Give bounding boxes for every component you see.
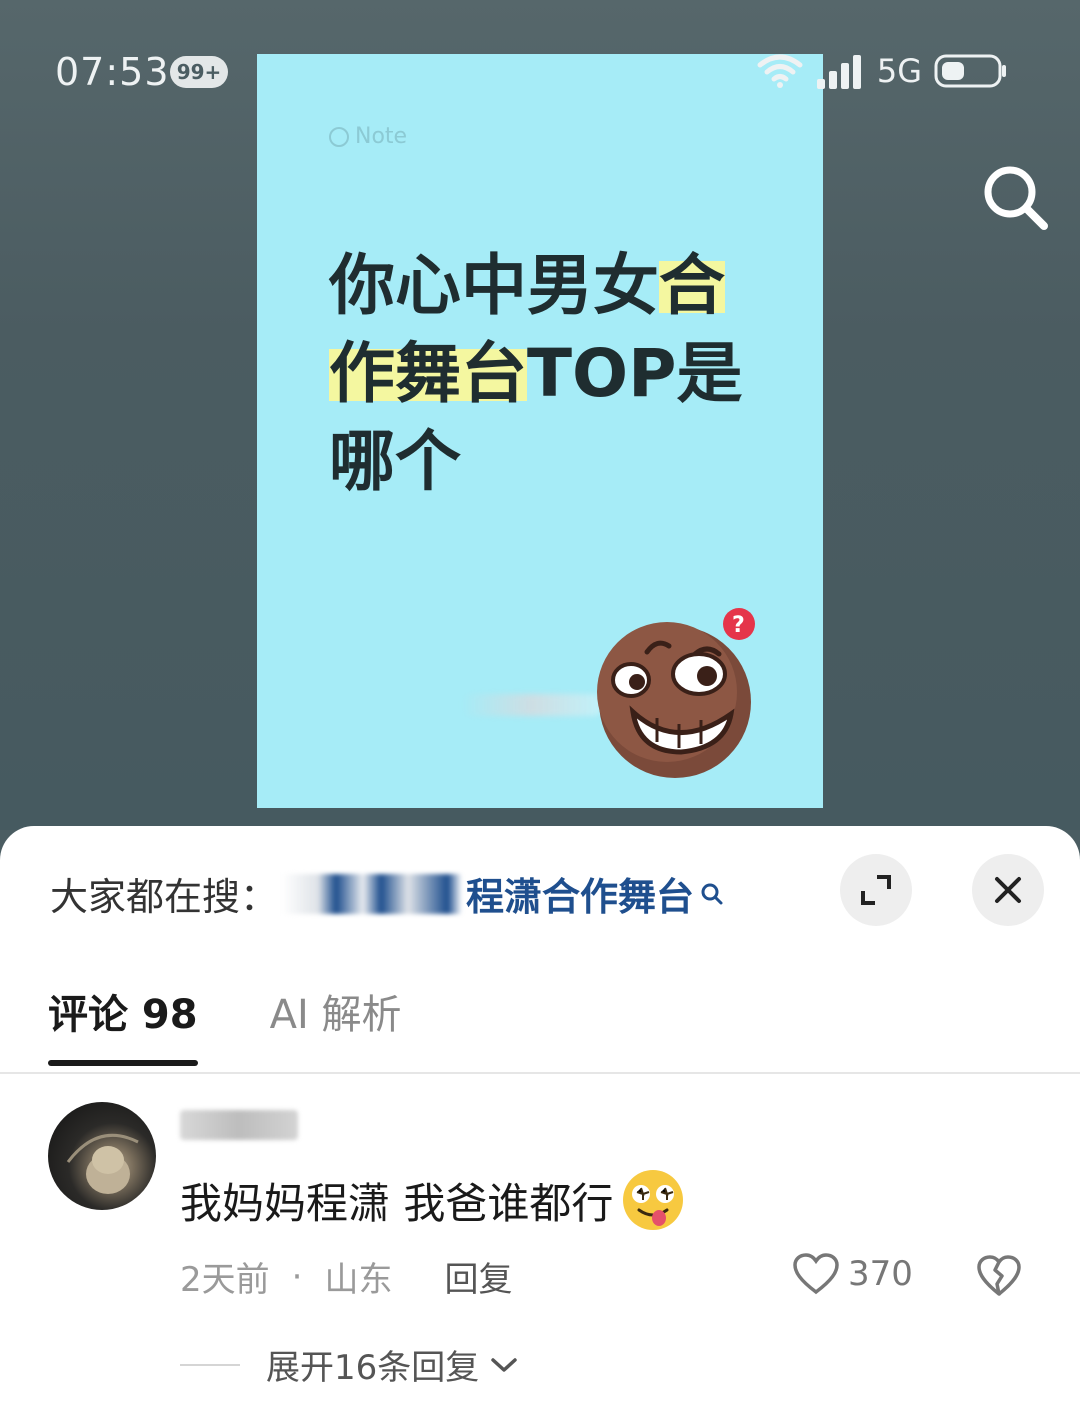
title-highlight: 作舞台 (329, 335, 527, 412)
status-icons: 5G (757, 52, 1008, 90)
like-count: 370 (848, 1254, 913, 1294)
redacted-username[interactable] (180, 1110, 298, 1140)
comment-body: 我妈妈程潇 我爸谁都行 (180, 1166, 687, 1234)
tab-comments[interactable]: 评论 98 (48, 982, 198, 1066)
title-text: 你心中男女 (329, 247, 659, 324)
redacted-text (282, 873, 463, 914)
note-tag: Note (329, 124, 407, 149)
sheet-tabs: 评论 98 AI 解析 (48, 982, 401, 1066)
wifi-icon (757, 54, 803, 88)
chevron-down-icon (491, 1357, 518, 1372)
expand-replies-label: 展开16条回复 (266, 1348, 480, 1388)
search-prefix: 大家都在搜： (50, 875, 279, 919)
circle-icon (329, 126, 349, 147)
avatar-figure-icon (66, 1133, 139, 1194)
notification-badge: 99+ (170, 56, 228, 88)
blurred-watermark (462, 694, 602, 716)
search-query: 程潇合作舞台 (466, 875, 695, 919)
battery-icon (934, 54, 1006, 88)
meta-separator: · (291, 1256, 303, 1297)
grinning-face-sticker-icon: ? (597, 608, 755, 778)
note-title: 你心中男女合 作舞台TOP是 哪个 (329, 242, 749, 506)
comment-meta: 2天前 · 山东 回复 (180, 1252, 512, 1301)
close-button[interactable] (972, 854, 1044, 926)
silly-face-emoji-icon (623, 1170, 684, 1230)
expand-icon (861, 875, 891, 905)
title-line-1: 你心中男女合 (329, 242, 749, 330)
note-card[interactable]: Note 你心中男女合 作舞台TOP是 哪个 ? (257, 54, 823, 808)
avatar[interactable] (48, 1102, 156, 1210)
tab-ai-analysis[interactable]: AI 解析 (270, 982, 402, 1066)
comment-location: 山东 (324, 1260, 393, 1300)
title-line-2: 作舞台TOP是 (329, 330, 749, 418)
divider (0, 1072, 1080, 1074)
signal-strength-icon (816, 55, 861, 89)
expand-button[interactable] (840, 854, 912, 926)
comments-sheet: 大家都在搜： 程潇合作舞台 评论 98 AI 解析 我妈妈程潇 我爸谁都行 2天… (0, 826, 1080, 1412)
like-button[interactable]: 370 (792, 1252, 913, 1296)
comment-time: 2天前 (180, 1260, 270, 1300)
small-search-icon (701, 883, 723, 904)
search-icon[interactable] (980, 162, 1050, 232)
heart-icon (793, 1253, 839, 1295)
broken-heart-icon[interactable] (976, 1254, 1022, 1298)
svg-text:?: ? (732, 613, 745, 638)
title-text: TOP是 (527, 335, 743, 412)
reply-line-decoration (180, 1363, 240, 1366)
expand-replies-link[interactable]: 展开16条回复 (180, 1340, 519, 1389)
comment-text: 我妈妈程潇 我爸谁都行 (180, 1178, 614, 1228)
title-highlight: 合 (659, 247, 725, 324)
close-icon (995, 877, 1021, 903)
title-text: 哪个 (329, 423, 461, 500)
title-line-3: 哪个 (329, 418, 749, 506)
reply-button[interactable]: 回复 (444, 1252, 512, 1301)
status-time: 07:53 (55, 50, 170, 94)
note-tag-label: Note (355, 124, 408, 149)
trending-search-link[interactable]: 大家都在搜： 程潇合作舞台 (50, 866, 724, 921)
network-type: 5G (876, 52, 922, 90)
